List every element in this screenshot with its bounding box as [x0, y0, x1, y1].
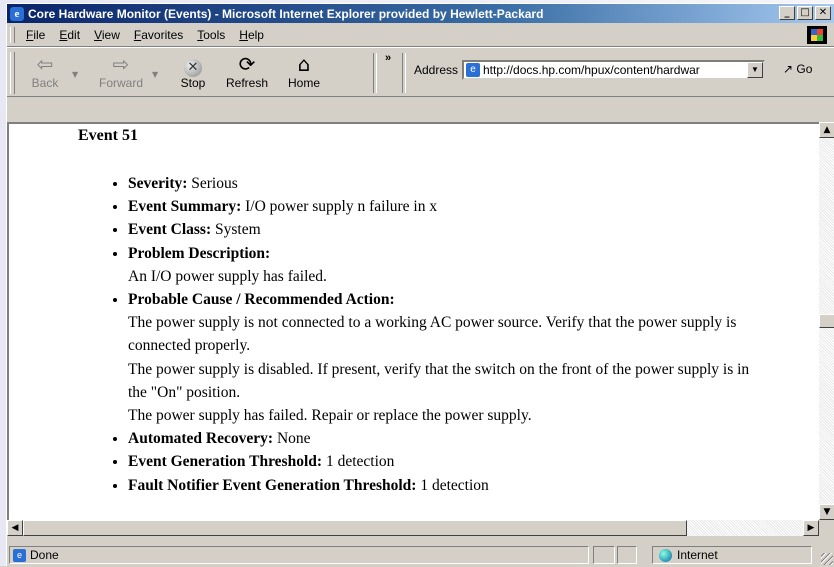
refresh-label: Refresh — [225, 76, 269, 90]
standard-toolbar: ⇦ Back ▼ ⇨ Forward ▼ ✕ Stop ⟳ Refresh ⌂ … — [7, 47, 834, 97]
stop-icon: ✕ — [169, 51, 217, 77]
refresh-button[interactable]: ⟳ Refresh — [223, 51, 271, 95]
list-item: Event Generation Threshold: 1 detection — [128, 450, 768, 473]
horizontal-scrollbar[interactable]: ◀ ▶ — [7, 520, 819, 536]
threshold-value: 1 detection — [325, 453, 395, 471]
address-bar[interactable]: e http://docs.hp.com/hpux/content/hardwa… — [462, 60, 765, 80]
scroll-up-button[interactable]: ▲ — [819, 122, 834, 138]
cause-label: Probable Cause / Recommended Action: — [128, 291, 395, 309]
resize-grip[interactable] — [821, 553, 833, 565]
menu-bar: File Edit View Favorites Tools Help — [7, 24, 834, 47]
recovery-value: None — [276, 430, 311, 448]
security-zone-panel: Internet — [652, 546, 812, 564]
forward-arrow-icon: ⇨ — [112, 52, 130, 76]
fault-value: 1 detection — [420, 476, 489, 494]
page-status-icon: e — [13, 548, 26, 562]
go-button[interactable]: ↗ Go — [783, 62, 812, 76]
window-controls: _ □ ✕ — [779, 6, 831, 20]
forward-dropdown-icon[interactable]: ▼ — [152, 70, 158, 79]
forward-label: Forward — [98, 76, 143, 90]
toolbar-overflow-chevron[interactable]: » — [385, 52, 391, 64]
back-button[interactable]: ⇦ Back — [21, 51, 69, 95]
stop-label: Stop — [180, 76, 206, 90]
toolbar-separator — [402, 53, 406, 93]
toolbar-separator — [373, 53, 377, 93]
refresh-icon: ⟳ — [238, 52, 256, 76]
summary-value: I/O power supply n failure in x — [245, 198, 438, 216]
windows-logo-throbber-icon — [807, 26, 827, 44]
window-title: Core Hardware Monitor (Events) - Microso… — [28, 6, 544, 21]
status-panel — [593, 546, 615, 564]
back-dropdown-icon[interactable]: ▼ — [72, 70, 78, 79]
menu-bar-grip[interactable] — [10, 27, 15, 43]
list-item: Event Summary: I/O power supply n failur… — [128, 195, 768, 218]
threshold-label: Event Generation Threshold: — [128, 453, 323, 471]
recovery-label: Automated Recovery: — [128, 430, 274, 448]
forward-button[interactable]: ⇨ Forward — [97, 51, 145, 95]
page-content: Event 51 Severity: Serious Event Summary… — [7, 122, 819, 520]
back-arrow-icon: ⇦ — [36, 52, 54, 76]
status-main-panel: e Done — [9, 546, 589, 564]
menu-tools[interactable]: Tools — [190, 28, 232, 42]
close-button[interactable]: ✕ — [815, 6, 831, 20]
menu-help[interactable]: Help — [232, 28, 271, 42]
vertical-scrollbar[interactable]: ▲ ▼ — [819, 122, 834, 520]
scroll-down-button[interactable]: ▼ — [819, 504, 834, 520]
event-details-list: Severity: Serious Event Summary: I/O pow… — [100, 172, 768, 497]
list-item: Event Class: System — [128, 218, 768, 241]
list-item: Probable Cause / Recommended Action: The … — [128, 288, 768, 427]
back-label: Back — [31, 76, 59, 90]
status-text: Done — [30, 548, 59, 562]
menu-view[interactable]: View — [87, 28, 127, 42]
cause-line: The power supply is not connected to a w… — [128, 314, 737, 355]
list-item: Severity: Serious — [128, 172, 768, 195]
status-panel — [617, 546, 637, 564]
status-bar: e Done Internet — [7, 543, 834, 567]
home-label: Home — [287, 76, 320, 90]
severity-value: Serious — [191, 175, 238, 192]
address-url[interactable]: http://docs.hp.com/hpux/content/hardwar — [483, 63, 747, 77]
cause-line: The power supply is disabled. If present… — [128, 360, 750, 401]
severity-label: Severity: — [128, 175, 188, 192]
address-dropdown-button[interactable]: ▼ — [747, 62, 763, 78]
cause-line: The power supply has failed. Repair or r… — [128, 407, 532, 425]
summary-label: Event Summary: — [128, 198, 242, 216]
event-heading: Event 51 — [78, 127, 138, 144]
home-icon: ⌂ — [297, 52, 311, 76]
stop-button[interactable]: ✕ Stop — [169, 51, 217, 95]
home-button[interactable]: ⌂ Home — [280, 51, 328, 95]
menu-edit[interactable]: Edit — [52, 28, 87, 42]
maximize-button[interactable]: □ — [797, 6, 813, 20]
scroll-left-button[interactable]: ◀ — [7, 520, 23, 536]
minimize-button[interactable]: _ — [779, 6, 795, 20]
menu-favorites[interactable]: Favorites — [127, 28, 190, 42]
problem-value: An I/O power supply has failed. — [128, 267, 327, 285]
toolbar-grip[interactable] — [10, 52, 15, 94]
class-value: System — [214, 221, 261, 239]
list-item: Fault Notifier Event Generation Threshol… — [128, 474, 768, 497]
browser-window: e Core Hardware Monitor (Events) - Micro… — [6, 3, 834, 566]
title-bar[interactable]: e Core Hardware Monitor (Events) - Micro… — [7, 4, 834, 23]
problem-label: Problem Description: — [128, 244, 271, 262]
vertical-scroll-thumb[interactable] — [819, 314, 834, 328]
address-label: Address — [414, 63, 459, 77]
go-arrow-icon: ↗ — [783, 62, 794, 76]
internet-explorer-icon[interactable]: e — [10, 6, 24, 21]
list-item: Problem Description: An I/O power supply … — [128, 242, 768, 288]
menu-file[interactable]: File — [19, 28, 52, 42]
go-label: Go — [796, 62, 813, 76]
scroll-right-button[interactable]: ▶ — [803, 520, 819, 536]
horizontal-scroll-thumb[interactable] — [23, 520, 687, 536]
list-item: Automated Recovery: None — [128, 427, 768, 450]
page-icon: e — [466, 63, 480, 77]
class-label: Event Class: — [128, 221, 212, 239]
fault-label: Fault Notifier Event Generation Threshol… — [128, 476, 417, 494]
zone-text: Internet — [677, 548, 718, 562]
scrollbar-corner — [819, 520, 834, 536]
globe-icon — [659, 548, 672, 562]
